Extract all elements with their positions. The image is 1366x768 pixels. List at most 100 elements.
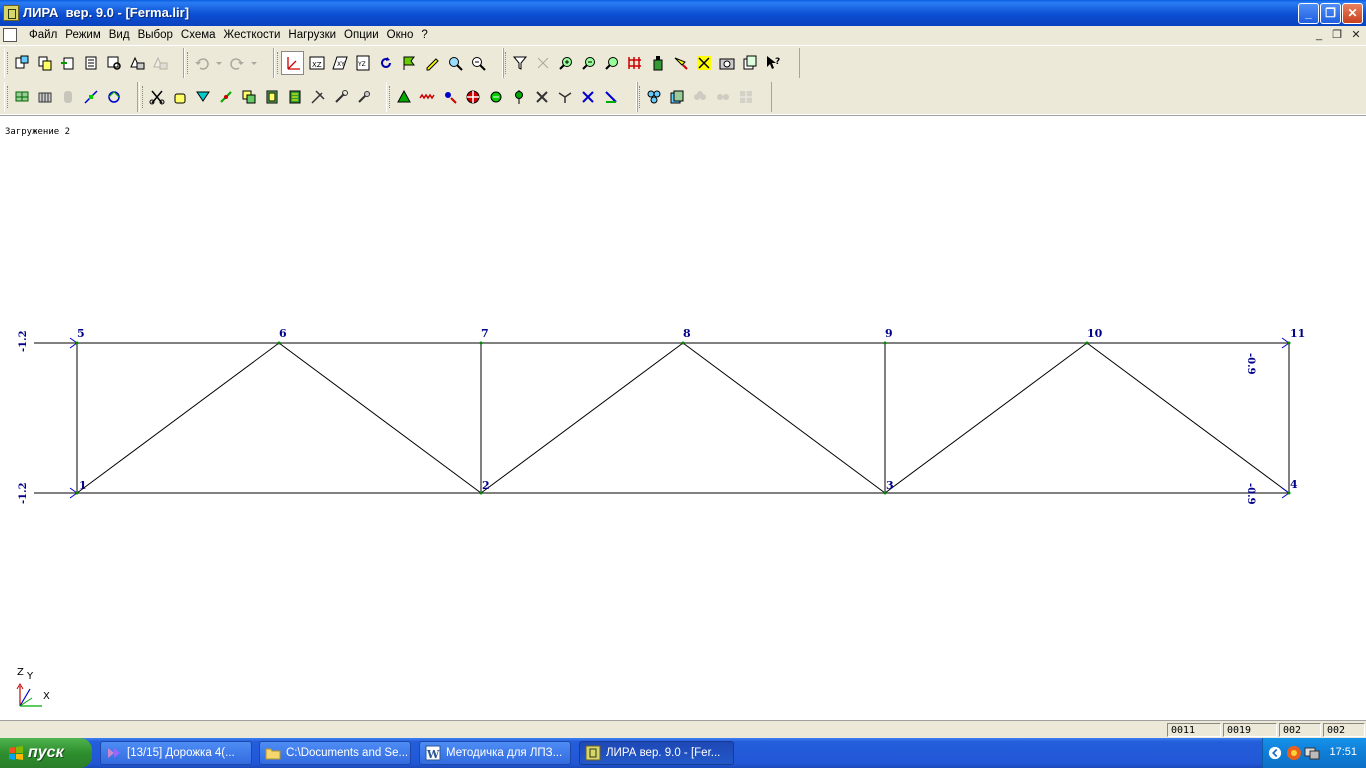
rotate-icon[interactable] [375,52,396,74]
diagonal-member[interactable] [884,342,1088,494]
diagonal-member[interactable] [76,342,280,494]
layers-icon[interactable] [666,86,687,108]
node-load-icon[interactable] [439,86,460,108]
bubbles-disabled-icon[interactable] [689,86,710,108]
node-dot[interactable] [479,341,483,345]
task-explorer[interactable]: C:\Documents and Se... [259,741,411,765]
paste-elements-icon[interactable] [261,86,282,108]
redo-dropdown-icon[interactable] [249,52,259,74]
task-media-player[interactable]: [13/15] Дорожка 4(... [100,741,252,765]
undo-icon[interactable] [191,52,212,74]
menu-help[interactable]: ? [417,28,431,42]
projection-axes-icon[interactable] [281,51,304,75]
zoom-window-icon[interactable] [467,52,488,74]
recycle-icon[interactable] [485,86,506,108]
filter-icon[interactable] [509,52,530,74]
menu-select[interactable]: Выбор [134,28,177,42]
menu-view[interactable]: Вид [105,28,134,42]
yz-plane-icon[interactable]: YZ [352,52,373,74]
close-button[interactable]: ✕ [1342,3,1363,24]
diagonal-member[interactable] [682,342,886,494]
redo-icon[interactable] [226,52,247,74]
wrench-icon[interactable] [330,86,351,108]
hinge-icon[interactable] [215,86,236,108]
zoom-out-icon[interactable] [578,52,599,74]
hand-nodes-icon[interactable] [169,86,190,108]
print-icon[interactable] [126,52,147,74]
pyramid-icon[interactable] [393,86,414,108]
xz-plane-icon[interactable]: XZ [306,52,327,74]
truss-generator-icon[interactable] [34,86,55,108]
menu-scheme[interactable]: Схема [177,28,220,42]
tray-back-arrow-icon[interactable] [1268,746,1282,760]
tools-icon[interactable] [307,86,328,108]
branch-icon[interactable] [554,86,575,108]
fragment-icon[interactable] [532,52,553,74]
distributed-load-icon[interactable] [416,86,437,108]
mdi-minimize-button[interactable]: _ [1311,29,1327,43]
new-file-icon[interactable] [11,52,32,74]
tray-network-icon[interactable] [1304,745,1320,761]
node-dot[interactable] [681,341,685,345]
target-icon[interactable] [462,86,483,108]
mdi-restore-button[interactable]: ❐ [1329,29,1345,43]
bottle-icon[interactable] [647,52,668,74]
rotate-nodes-icon[interactable] [103,86,124,108]
preview-icon[interactable] [103,52,124,74]
documents-icon[interactable] [739,52,760,74]
scissors-icon[interactable] [146,86,167,108]
zoom-in-icon[interactable] [555,52,576,74]
torque-icon[interactable] [508,86,529,108]
help-pointer-icon[interactable]: ? [762,52,783,74]
menu-file[interactable]: Файл [25,28,61,42]
document-icon[interactable] [3,28,17,42]
node-dot[interactable] [277,341,281,345]
import-icon[interactable] [57,52,78,74]
grid-disabled-icon[interactable] [735,86,756,108]
wrench-alt-icon[interactable] [353,86,374,108]
flag-icon[interactable] [398,52,419,74]
tray-update-icon[interactable] [1286,745,1302,761]
zoom-all-icon[interactable] [601,52,622,74]
delete-load-icon[interactable] [600,86,621,108]
maximize-button[interactable]: ❐ [1320,3,1341,24]
copy-file-icon[interactable] [34,52,55,74]
node-dot[interactable] [883,341,887,345]
stack-icon[interactable] [284,86,305,108]
menu-window[interactable]: Окно [383,28,418,42]
bubbles-disabled-2-icon[interactable] [712,86,733,108]
grid-icon[interactable] [624,52,645,74]
supports-icon[interactable] [192,86,213,108]
truss-scheme[interactable]: 1 2 3 4 5 6 7 8 9 10 11 -1.2 -1.2 -0.9 -… [0,116,1366,721]
highlight-icon[interactable] [670,52,691,74]
xy-plane-icon[interactable]: XY [329,52,350,74]
cross-blue-icon[interactable] [577,86,598,108]
diagonal-member[interactable] [278,342,482,494]
task-word[interactable]: W Методичка для ЛПЗ... [419,741,571,765]
bubbles-icon[interactable] [643,86,664,108]
undo-dropdown-icon[interactable] [214,52,224,74]
mdi-close-button[interactable]: ✕ [1348,29,1364,43]
cross-tools-icon[interactable] [531,86,552,108]
diagonal-member[interactable] [480,342,684,494]
node-dot[interactable] [1085,341,1089,345]
pencil-icon[interactable] [421,52,442,74]
minimize-button[interactable]: _ [1298,3,1319,24]
menu-stiffness[interactable]: Жесткости [220,28,285,42]
zoom-icon[interactable] [444,52,465,74]
lira-app-icon[interactable] [3,5,19,21]
clock[interactable]: 17:51 [1329,746,1357,758]
print-disabled-icon[interactable] [149,52,170,74]
start-button[interactable]: пуск [0,738,92,768]
diagonal-member[interactable] [1086,342,1290,494]
frame-generator-icon[interactable] [11,86,32,108]
copy-elements-icon[interactable] [238,86,259,108]
menu-loads[interactable]: Нагрузки [284,28,340,42]
node-dot[interactable] [75,341,79,345]
node-marker-icon[interactable] [693,52,714,74]
drawing-canvas[interactable]: Загружение 2 1 2 3 4 5 6 7 8 9 10 11 -1.… [0,115,1366,721]
document-table-icon[interactable] [80,52,101,74]
node-dot[interactable] [1287,341,1291,345]
shell-icon[interactable] [57,86,78,108]
node-dot[interactable] [1287,491,1291,495]
